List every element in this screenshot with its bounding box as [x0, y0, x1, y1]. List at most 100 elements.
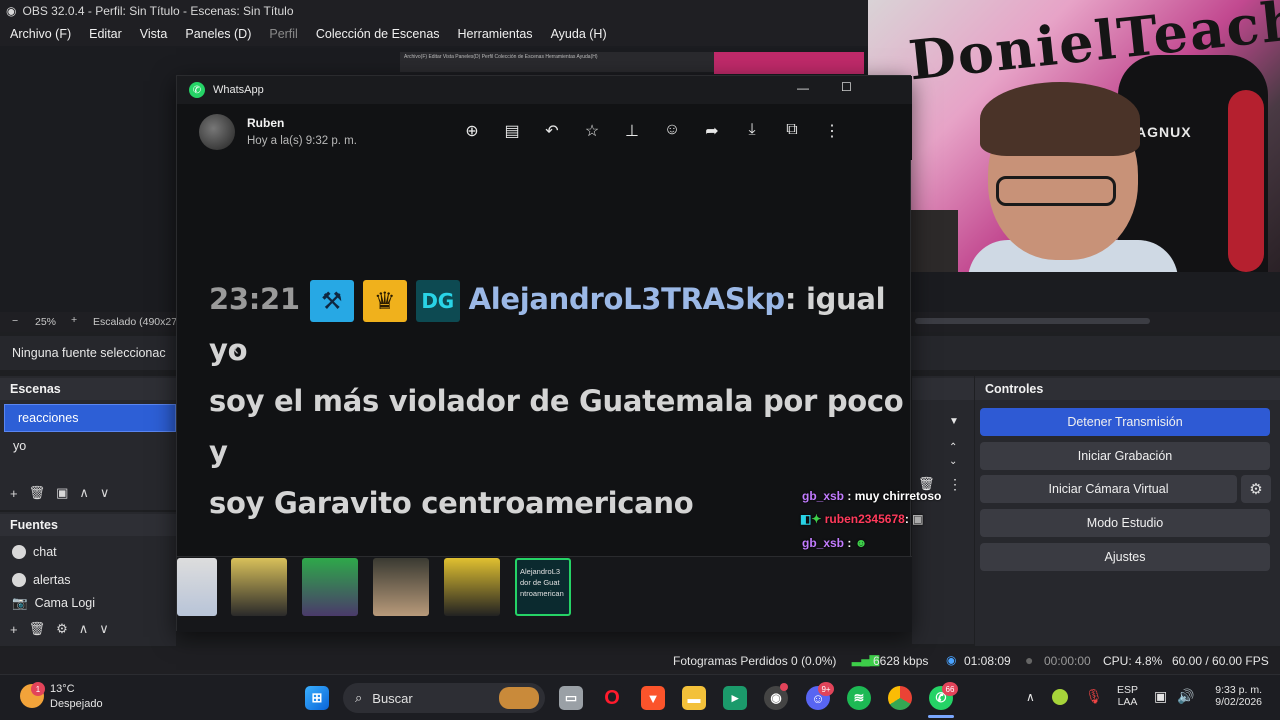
chrome-icon[interactable]	[888, 686, 912, 710]
source-item-camera[interactable]: 📷 Cama Logi	[0, 594, 176, 612]
weather-badge: 1	[31, 682, 45, 696]
move-down-icon[interactable]: ∨	[100, 485, 110, 501]
fps: 60.00 / 60.00 FPS	[1172, 654, 1269, 668]
start-virtual-camera-button[interactable]: Iniciar Cámara Virtual	[980, 475, 1237, 503]
windows-start-icon[interactable]: ⊞	[305, 686, 329, 710]
opera-browser-icon[interactable]: O	[600, 686, 624, 710]
discord-badge: 9+	[818, 682, 834, 696]
stop-stream-button[interactable]: Detener Transmisión	[980, 408, 1270, 436]
settings-button[interactable]: Ajustes	[980, 543, 1270, 571]
preview-nested-webcam	[714, 52, 864, 74]
record-status-icon: ●	[1025, 652, 1034, 668]
zoom-in-button[interactable]: +	[71, 314, 77, 326]
preview-scrollbar[interactable]	[915, 318, 1150, 324]
scene-item-reacciones[interactable]: reacciones	[4, 404, 176, 432]
menu-editar[interactable]: Editar	[79, 27, 130, 41]
add-scene-icon[interactable]: +	[10, 486, 18, 501]
move-down-icon[interactable]: ∨	[99, 621, 109, 637]
thumbnail-3[interactable]	[302, 558, 358, 616]
pycharm-icon[interactable]: ▸	[723, 686, 747, 710]
menu-ayuda[interactable]: Ayuda (H)	[541, 27, 615, 41]
volume-icon[interactable]: 🔊	[1177, 688, 1194, 705]
menu-vista[interactable]: Vista	[130, 27, 176, 41]
clock[interactable]: 9:33 p. m. 9/02/2026	[1206, 684, 1262, 708]
chat-timestamp: 23:21	[209, 282, 300, 316]
stream-status-icon: ◉	[946, 653, 957, 667]
trash-icon[interactable]: 🗑	[918, 476, 935, 492]
chat-line-3: gb_xsb : ☻	[802, 536, 868, 550]
pin-icon[interactable]: ⊥	[623, 121, 641, 141]
file-explorer-icon[interactable]: ▬	[682, 686, 706, 710]
download-icon[interactable]: ⤓	[743, 121, 761, 141]
thumbnail-5[interactable]	[444, 558, 500, 616]
move-up-icon[interactable]: ∧	[79, 621, 89, 637]
start-recording-button[interactable]: Iniciar Grabación	[980, 442, 1270, 470]
language-indicator[interactable]: ESP LAA	[1117, 684, 1138, 708]
menu-paneles[interactable]: Paneles (D)	[175, 27, 259, 41]
source-properties-icon[interactable]: ⚙	[56, 621, 68, 637]
spin-up-icon[interactable]: ⌃	[949, 442, 957, 453]
search-icon: ⌕	[355, 690, 363, 705]
emoji-icon[interactable]: ☺	[663, 121, 681, 141]
add-source-icon[interactable]: +	[10, 622, 18, 637]
avatar[interactable]	[199, 114, 235, 150]
source-label: Cama Logi	[34, 596, 96, 610]
zoom-in-icon[interactable]: ⊕	[463, 121, 481, 141]
menu-herramientas[interactable]: Herramientas	[448, 27, 541, 41]
remove-source-icon[interactable]: 🗑	[29, 621, 46, 637]
previous-arrow-icon[interactable]: ‹	[233, 339, 239, 360]
sparkle-icon: ✦	[811, 512, 822, 526]
thumbnail-1[interactable]	[177, 558, 217, 616]
more-options-icon[interactable]: ⋮	[948, 476, 962, 493]
menu-archivo[interactable]: Archivo (F)	[0, 27, 79, 41]
dropdown-arrow-icon[interactable]: ▼	[949, 416, 959, 427]
whatsapp-window: ✆ WhatsApp — ☐ Ruben Hoy a la(s) 9:32 p.…	[176, 75, 912, 632]
taskbar-search[interactable]: ⌕ Buscar	[343, 683, 545, 713]
zoom-level: 25%	[35, 316, 57, 328]
moderator-badge-icon: ⚒	[309, 280, 354, 322]
search-highlight-icon	[499, 687, 539, 709]
more-options-icon[interactable]: ⋮	[823, 121, 841, 141]
scene-item-yo[interactable]: yo	[0, 432, 176, 460]
minimize-icon[interactable]: —	[797, 81, 809, 95]
zoom-out-button[interactable]: −	[12, 315, 18, 327]
microphone-icon[interactable]: 🎙	[1085, 688, 1103, 705]
spin-down-icon[interactable]: ⌄	[949, 456, 957, 467]
source-item-alertas[interactable]: alertas	[0, 566, 176, 594]
thumbnail-4[interactable]	[373, 558, 429, 616]
obs-window-title: OBS 32.0.4 - Perfil: Sin Título - Escena…	[22, 4, 294, 18]
menu-coleccion-escenas[interactable]: Colección de Escenas	[306, 27, 448, 41]
brave-browser-icon[interactable]: ▼	[641, 686, 665, 710]
scale-label: Escalado (490x27	[93, 316, 178, 328]
star-icon[interactable]: ☆	[583, 121, 601, 141]
thumbnail-active[interactable]: AlejandroL3 dor de Guat ntroamerican	[515, 558, 571, 616]
virtual-camera-settings-icon[interactable]: ⚙	[1241, 475, 1271, 503]
source-item-chat[interactable]: chat	[0, 538, 176, 566]
weather-condition: Despejado	[50, 698, 103, 710]
tray-app-icon[interactable]	[1052, 689, 1068, 705]
reply-icon[interactable]: ↶	[543, 121, 561, 141]
source-label: alertas	[33, 573, 71, 587]
open-external-icon[interactable]: ⧉	[783, 121, 801, 141]
network-icon[interactable]: ▣	[1154, 688, 1167, 705]
scenes-toolbar: + 🗑 ▣ ∧ ∨	[0, 484, 176, 502]
search-label: Buscar	[372, 690, 413, 706]
caption-icon[interactable]: ▤	[503, 121, 521, 141]
remove-scene-icon[interactable]: 🗑	[29, 485, 46, 501]
menu-perfil[interactable]: Perfil	[259, 27, 305, 41]
obs-titlebar: ◉ OBS 32.0.4 - Perfil: Sin Título - Esce…	[0, 0, 868, 22]
active-app-indicator	[928, 715, 954, 718]
chat-line-2: ◧✦ ruben2345678: ▣	[800, 512, 924, 526]
scene-filters-icon[interactable]: ▣	[56, 485, 68, 501]
spotify-icon[interactable]: ≋	[847, 686, 871, 710]
subscriber-badge-icon: DG	[415, 280, 460, 322]
forward-icon[interactable]: ➦	[703, 121, 721, 141]
show-hidden-icons[interactable]: ∧	[1026, 690, 1035, 704]
thumbnail-2[interactable]	[231, 558, 287, 616]
emote-icon: ☻	[854, 536, 868, 550]
task-view-icon[interactable]: ▭	[559, 686, 583, 710]
maximize-icon[interactable]: ☐	[841, 80, 852, 94]
obs-menubar: Archivo (F) Editar Vista Paneles (D) Per…	[0, 22, 868, 46]
move-up-icon[interactable]: ∧	[79, 485, 89, 501]
studio-mode-button[interactable]: Modo Estudio	[980, 509, 1270, 537]
